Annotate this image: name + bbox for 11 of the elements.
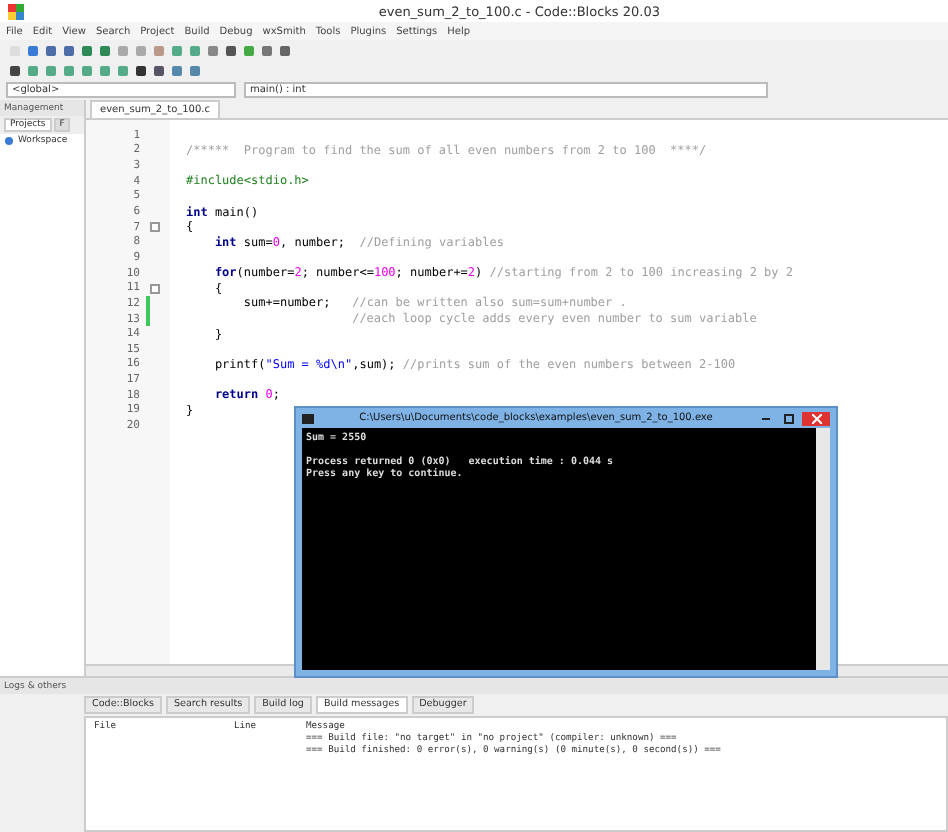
minimize-icon [762,417,770,419]
workspace-icon [4,136,14,146]
fold-toggle[interactable] [150,222,160,233]
fold-toggle[interactable] [150,283,160,294]
maximize-button[interactable] [780,411,796,425]
close-icon [811,413,821,423]
scrollbar[interactable] [816,428,830,670]
app-icon [8,3,24,19]
maximize-icon [783,413,793,423]
console-icon [302,413,314,423]
close-button[interactable] [802,411,830,425]
